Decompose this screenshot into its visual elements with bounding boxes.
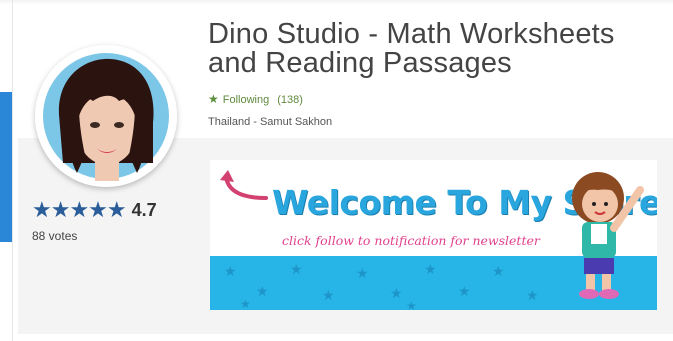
curved-arrow-icon: [220, 170, 268, 200]
left-border: [12, 0, 13, 341]
svg-text:★: ★: [240, 297, 251, 310]
store-avatar[interactable]: [35, 45, 177, 187]
svg-text:★: ★: [458, 283, 471, 299]
store-location: Thailand - Samut Sakhon: [208, 116, 333, 128]
avatar-image: [35, 45, 177, 187]
svg-text:★: ★: [492, 263, 505, 279]
svg-text:★: ★: [526, 287, 539, 303]
svg-text:★: ★: [290, 261, 303, 277]
rating-stars-icon: ★★★★★: [32, 197, 127, 222]
banner-subline: click follow to notification for newslet…: [282, 233, 540, 248]
left-accent-strip: [0, 92, 12, 242]
svg-text:★: ★: [424, 261, 437, 277]
follow-button[interactable]: ★ Following (138): [208, 92, 303, 106]
store-title: Dino Studio - Math Worksheets and Readin…: [208, 18, 615, 79]
rating-value: 4.7: [131, 199, 157, 220]
svg-text:★: ★: [322, 287, 335, 303]
svg-text:★: ★: [356, 265, 369, 281]
follow-label: Following: [222, 94, 270, 106]
svg-text:★: ★: [406, 299, 417, 310]
star-icon: ★: [208, 92, 219, 106]
girl-mascot-illustration: [572, 172, 644, 299]
svg-text:★: ★: [224, 263, 237, 279]
store-header: Dino Studio - Math Worksheets and Readin…: [0, 0, 673, 341]
rating-votes: 88 votes: [32, 229, 78, 243]
svg-text:★: ★: [390, 285, 403, 301]
rating-summary[interactable]: ★★★★★ 4.7: [32, 197, 157, 223]
follower-count: (138): [277, 94, 303, 106]
top-edge: [0, 0, 673, 4]
svg-text:★: ★: [256, 283, 269, 299]
store-banner: ★ ★ ★ ★ ★ ★ ★ ★ ★ ★ ★ ★ Welcome To My Store clic…: [210, 160, 657, 310]
